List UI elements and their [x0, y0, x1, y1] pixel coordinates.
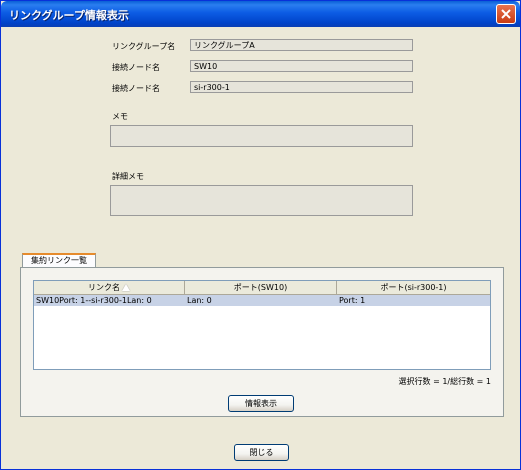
sort-ascending-icon [122, 284, 130, 291]
group-name-field[interactable]: リンクグループA [190, 39, 413, 51]
detail-memo-label: 詳細メモ [112, 172, 144, 181]
column-header-label: リンク名 [88, 283, 120, 292]
info-display-button[interactable]: 情報表示 [228, 395, 294, 412]
close-button[interactable]: 閉じる [234, 444, 289, 461]
tab-aggregate-links[interactable]: 集約リンク一覧 [22, 253, 96, 268]
group-name-label: リンクグループ名 [112, 42, 176, 51]
dialog-content: リンクグループ名 リンクグループA 接続ノード名 SW10 接続ノード名 si-… [4, 27, 517, 466]
memo-label: メモ [112, 112, 128, 121]
table-row[interactable]: SW10Port: 1--si-r300-1Lan: 0 Lan: 0 Port… [34, 295, 490, 306]
close-window-button[interactable] [496, 4, 516, 24]
node1-field[interactable]: SW10 [190, 60, 413, 72]
node2-field[interactable]: si-r300-1 [190, 81, 413, 93]
close-icon [501, 9, 511, 19]
title-bar[interactable]: リンクグループ情報表示 [1, 1, 520, 27]
window-title: リンクグループ情報表示 [9, 9, 129, 22]
table-header: リンク名 ポート(SW10) ポート(si-r300-1) [34, 281, 490, 295]
cell-port-sw10: Lan: 0 [187, 296, 212, 305]
column-header-port-sir300[interactable]: ポート(si-r300-1) [337, 281, 490, 294]
column-header-link-name[interactable]: リンク名 [34, 281, 185, 294]
aggregate-links-panel: リンク名 ポート(SW10) ポート(si-r300-1) SW10Port: … [20, 267, 504, 417]
links-table: リンク名 ポート(SW10) ポート(si-r300-1) SW10Port: … [33, 280, 491, 370]
detail-memo-field[interactable] [110, 185, 413, 216]
memo-field[interactable] [110, 125, 413, 147]
node2-label: 接続ノード名 [112, 84, 160, 93]
cell-link-name: SW10Port: 1--si-r300-1Lan: 0 [36, 296, 152, 305]
node1-label: 接続ノード名 [112, 63, 160, 72]
cell-port-sir300: Port: 1 [339, 296, 366, 305]
selection-count: 選択行数 = 1/総行数 = 1 [398, 377, 491, 386]
dialog-window: リンクグループ情報表示 リンクグループ名 リンクグループA 接続ノード名 SW1… [0, 0, 521, 470]
column-header-port-sw10[interactable]: ポート(SW10) [185, 281, 337, 294]
